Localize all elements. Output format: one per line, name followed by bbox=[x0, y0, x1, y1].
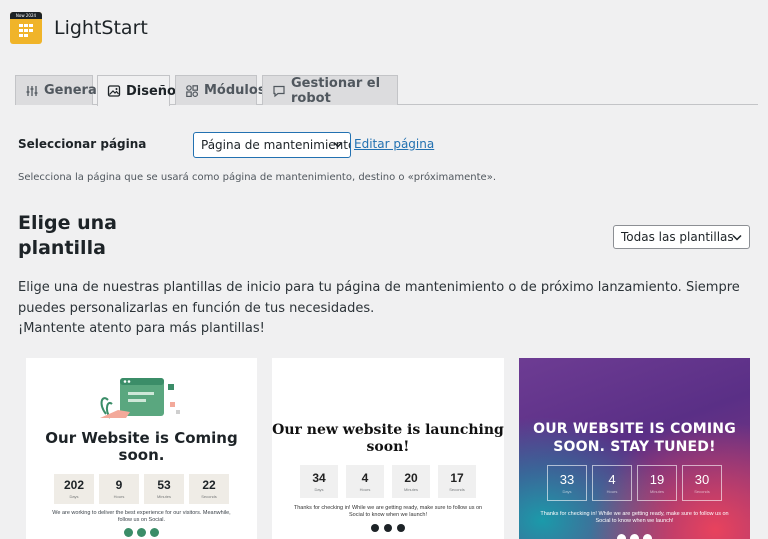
countdown: 34 Days 4 Hours 20 Minutes 17 Seconds bbox=[272, 465, 504, 498]
countdown-number: 19 bbox=[649, 471, 665, 487]
website-illustration-icon bbox=[100, 378, 180, 419]
countdown: 202 Days 9 Hours 53 Minutes 22 Seconds bbox=[26, 474, 257, 504]
tab-label: Diseño bbox=[126, 83, 176, 99]
countdown-box: 22 Seconds bbox=[189, 474, 229, 504]
app-title: LightStart bbox=[54, 17, 148, 39]
countdown-box: 9 Hours bbox=[99, 474, 139, 504]
countdown-number: 33 bbox=[559, 471, 575, 487]
templates-desc-line2: ¡Mantente atento para más plantillas! bbox=[18, 321, 265, 336]
social-icons bbox=[272, 524, 504, 532]
app-logo: Now 2024 bbox=[10, 12, 42, 44]
card-note: Thanks for checking in! While we are get… bbox=[293, 505, 483, 518]
tab-bar: General Diseño Módulos Gestionar el robo… bbox=[15, 75, 758, 106]
countdown-number: 53 bbox=[157, 478, 171, 492]
countdown-box: 30 Seconds bbox=[682, 465, 722, 501]
tab-gestionar-robot[interactable]: Gestionar el robot bbox=[262, 75, 398, 106]
tab-label: Módulos bbox=[204, 83, 266, 98]
twitter-icon bbox=[124, 528, 133, 537]
templates-heading: Elige una plantilla bbox=[18, 212, 117, 259]
sliders-icon bbox=[25, 84, 39, 98]
comment-icon bbox=[272, 84, 286, 98]
countdown-number: 4 bbox=[608, 471, 616, 487]
template-card-3[interactable]: OUR WEBSITE IS COMING SOON. STAY TUNED! … bbox=[519, 358, 750, 539]
social-icons bbox=[26, 528, 257, 537]
card-title: Our new website is launching soon! bbox=[272, 422, 504, 455]
countdown-unit: Minutes bbox=[156, 494, 171, 499]
countdown-unit: Seconds bbox=[694, 488, 710, 494]
instagram-icon bbox=[150, 528, 159, 537]
countdown-box: 17 Seconds bbox=[438, 465, 476, 498]
tab-modulos[interactable]: Módulos bbox=[175, 75, 266, 105]
countdown-box: 4 Hours bbox=[346, 465, 384, 498]
linkedin-icon bbox=[397, 524, 405, 532]
card-title: Our Website is Coming soon. bbox=[45, 429, 238, 464]
countdown-unit: Hours bbox=[606, 488, 618, 494]
countdown-unit: Seconds bbox=[449, 486, 465, 492]
card-note: Thanks for checking in! While we are get… bbox=[540, 511, 729, 524]
countdown-box: 33 Days bbox=[547, 465, 587, 501]
countdown-unit: Days bbox=[314, 486, 324, 492]
tab-label: General bbox=[44, 83, 102, 98]
logo-text: Now 2024 bbox=[10, 12, 42, 19]
countdown-box: 202 Days bbox=[54, 474, 94, 504]
page-select[interactable]: Página de mantenimiento bbox=[193, 132, 351, 158]
calendar-icon bbox=[19, 24, 33, 37]
instagram-icon bbox=[643, 534, 652, 539]
countdown-box: 53 Minutes bbox=[144, 474, 184, 504]
social-icons bbox=[519, 534, 750, 539]
template-filter-select[interactable]: Todas las plantillas bbox=[613, 225, 750, 249]
facebook-icon bbox=[384, 524, 392, 532]
countdown-unit: Days bbox=[562, 488, 572, 494]
countdown-unit: Minutes bbox=[403, 486, 418, 492]
countdown-unit: Seconds bbox=[201, 494, 217, 499]
edit-page-link[interactable]: Editar página bbox=[354, 137, 434, 151]
countdown-number: 22 bbox=[202, 478, 216, 492]
app-header: Now 2024 LightStart bbox=[10, 12, 148, 44]
countdown-box: 34 Days bbox=[300, 465, 338, 498]
image-icon bbox=[107, 84, 121, 98]
select-page-label: Seleccionar página bbox=[18, 137, 147, 151]
countdown-unit: Hours bbox=[113, 494, 125, 499]
countdown-unit: Minutes bbox=[649, 488, 664, 494]
countdown-number: 4 bbox=[361, 470, 369, 485]
chevron-down-icon bbox=[732, 234, 742, 241]
tab-diseno[interactable]: Diseño bbox=[97, 75, 176, 106]
twitter-icon bbox=[617, 534, 626, 539]
tab-general[interactable]: General bbox=[15, 75, 101, 105]
countdown-number: 202 bbox=[63, 478, 85, 492]
countdown-number: 30 bbox=[694, 471, 710, 487]
template-filter-value: Todas las plantillas bbox=[621, 230, 734, 244]
countdown-unit: Days bbox=[69, 494, 79, 499]
countdown: 33 Days 4 Hours 19 Minutes 30 Seconds bbox=[519, 465, 750, 501]
card-note: We are working to deliver the best exper… bbox=[52, 510, 231, 523]
facebook-icon bbox=[137, 528, 146, 537]
countdown-unit: Hours bbox=[359, 486, 371, 492]
countdown-number: 34 bbox=[312, 470, 326, 485]
chevron-down-icon bbox=[333, 141, 343, 148]
countdown-box: 4 Hours bbox=[592, 465, 632, 501]
card-title: OUR WEBSITE IS COMING SOON. STAY TUNED! bbox=[533, 421, 736, 455]
templates-desc-line1: Elige una de nuestras plantillas de inic… bbox=[18, 280, 740, 316]
countdown-number: 20 bbox=[404, 470, 418, 485]
template-card-2[interactable]: Our new website is launching soon! 34 Day… bbox=[272, 358, 504, 539]
template-card-1[interactable]: Our Website is Coming soon. 202 Days 9 Hou… bbox=[26, 358, 257, 539]
twitter-icon bbox=[371, 524, 379, 532]
page-select-value: Página de mantenimiento bbox=[201, 138, 351, 152]
templates-description: Elige una de nuestras plantillas de inic… bbox=[18, 278, 748, 340]
countdown-box: 19 Minutes bbox=[637, 465, 677, 501]
tab-label: Gestionar el robot bbox=[291, 75, 381, 106]
facebook-icon bbox=[630, 534, 639, 539]
modules-icon bbox=[185, 84, 199, 98]
countdown-box: 20 Minutes bbox=[392, 465, 430, 498]
countdown-number: 17 bbox=[450, 470, 464, 485]
countdown-number: 9 bbox=[115, 478, 123, 492]
page-select-help: Selecciona la página que se usará como p… bbox=[18, 172, 497, 183]
